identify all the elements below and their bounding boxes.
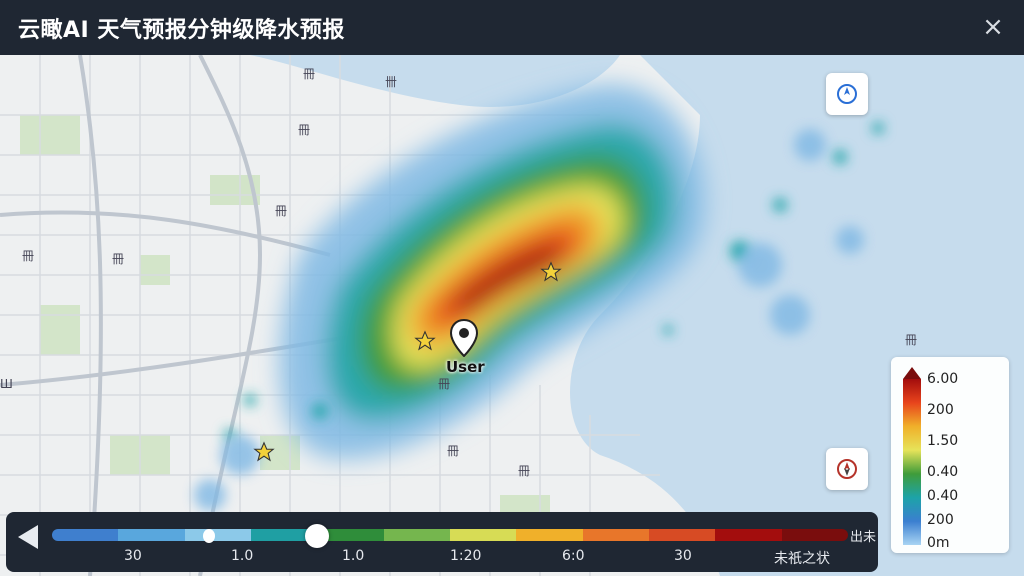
timeline-segment bbox=[52, 529, 119, 541]
legend-value: 200 bbox=[927, 512, 954, 528]
map-label: 冊 bbox=[112, 252, 125, 266]
star-icon[interactable] bbox=[253, 441, 275, 463]
timeline-segment bbox=[582, 529, 649, 541]
timeline-slider-handle[interactable] bbox=[305, 524, 329, 548]
legend-arrow-icon bbox=[903, 367, 921, 379]
map-label: 冊 bbox=[518, 464, 531, 478]
timeline-segment bbox=[118, 529, 185, 541]
timeline-segment bbox=[648, 529, 716, 541]
precipitation-legend: 6.00 200 1.50 0.40 0.40 200 0m bbox=[891, 357, 1009, 553]
timeline-tick: 未祇之状 bbox=[774, 551, 830, 567]
map-pin-icon[interactable] bbox=[449, 319, 479, 357]
timeline-tick: 30 bbox=[674, 548, 692, 564]
user-location-label: User bbox=[446, 358, 485, 376]
legend-value: 6.00 bbox=[927, 371, 959, 387]
timeline-segment bbox=[383, 529, 450, 541]
legend-value: 200 bbox=[927, 402, 954, 418]
map-label: 冊 bbox=[298, 123, 311, 137]
legend-value: 1.50 bbox=[927, 433, 959, 449]
timeline-marker[interactable] bbox=[203, 529, 215, 543]
timeline-tick: 1.0 bbox=[342, 548, 365, 564]
close-icon[interactable]: × bbox=[980, 14, 1006, 40]
legend-value: 0m bbox=[927, 535, 950, 551]
legend-color-bar bbox=[903, 379, 921, 545]
legend-value: 0.40 bbox=[927, 488, 959, 504]
timeline-panel: 30 1.0 1.0 1:20 6:0 30 未祇之状 出未 bbox=[6, 512, 878, 572]
location-icon bbox=[837, 459, 857, 479]
timeline-track[interactable] bbox=[52, 529, 848, 541]
app-title: 云瞰AI 天气预报分钟级降水预报 bbox=[18, 17, 345, 43]
star-icon[interactable] bbox=[540, 261, 562, 283]
legend-value: 0.40 bbox=[927, 464, 959, 480]
location-button[interactable] bbox=[826, 448, 868, 490]
timeline-segment bbox=[781, 529, 848, 541]
map-label: Ш bbox=[0, 377, 13, 391]
map-label: 卌 bbox=[385, 75, 398, 89]
timeline-segment bbox=[516, 529, 583, 541]
timeline-tick: 1:20 bbox=[450, 548, 482, 564]
precipitation-map[interactable]: 冊 卌 冊 冊 冊 冊 Ш 冊 冊 冊 冊 User 6.00 200 1.50 bbox=[0, 55, 1024, 576]
timeline-end-label: 出未 bbox=[850, 530, 877, 545]
compass-icon bbox=[837, 84, 857, 104]
timeline-tick: 1.0 bbox=[231, 548, 254, 564]
map-base bbox=[0, 55, 1024, 576]
play-icon[interactable] bbox=[18, 525, 38, 549]
map-label: 冊 bbox=[275, 204, 288, 218]
map-label: 冊 bbox=[22, 249, 35, 263]
timeline-tick: 6:0 bbox=[562, 548, 585, 564]
map-label: 冊 bbox=[447, 444, 460, 458]
title-bar: 云瞰AI 天气预报分钟级降水预报 × bbox=[0, 0, 1024, 55]
timeline-segment bbox=[449, 529, 517, 541]
timeline-tick: 30 bbox=[124, 548, 142, 564]
timeline-segment bbox=[184, 529, 251, 541]
timeline-segment bbox=[715, 529, 782, 541]
map-label: 冊 bbox=[438, 377, 451, 391]
compass-button[interactable] bbox=[826, 73, 868, 115]
star-icon[interactable] bbox=[414, 330, 436, 352]
map-label: 冊 bbox=[905, 333, 918, 347]
map-label: 冊 bbox=[303, 67, 316, 81]
